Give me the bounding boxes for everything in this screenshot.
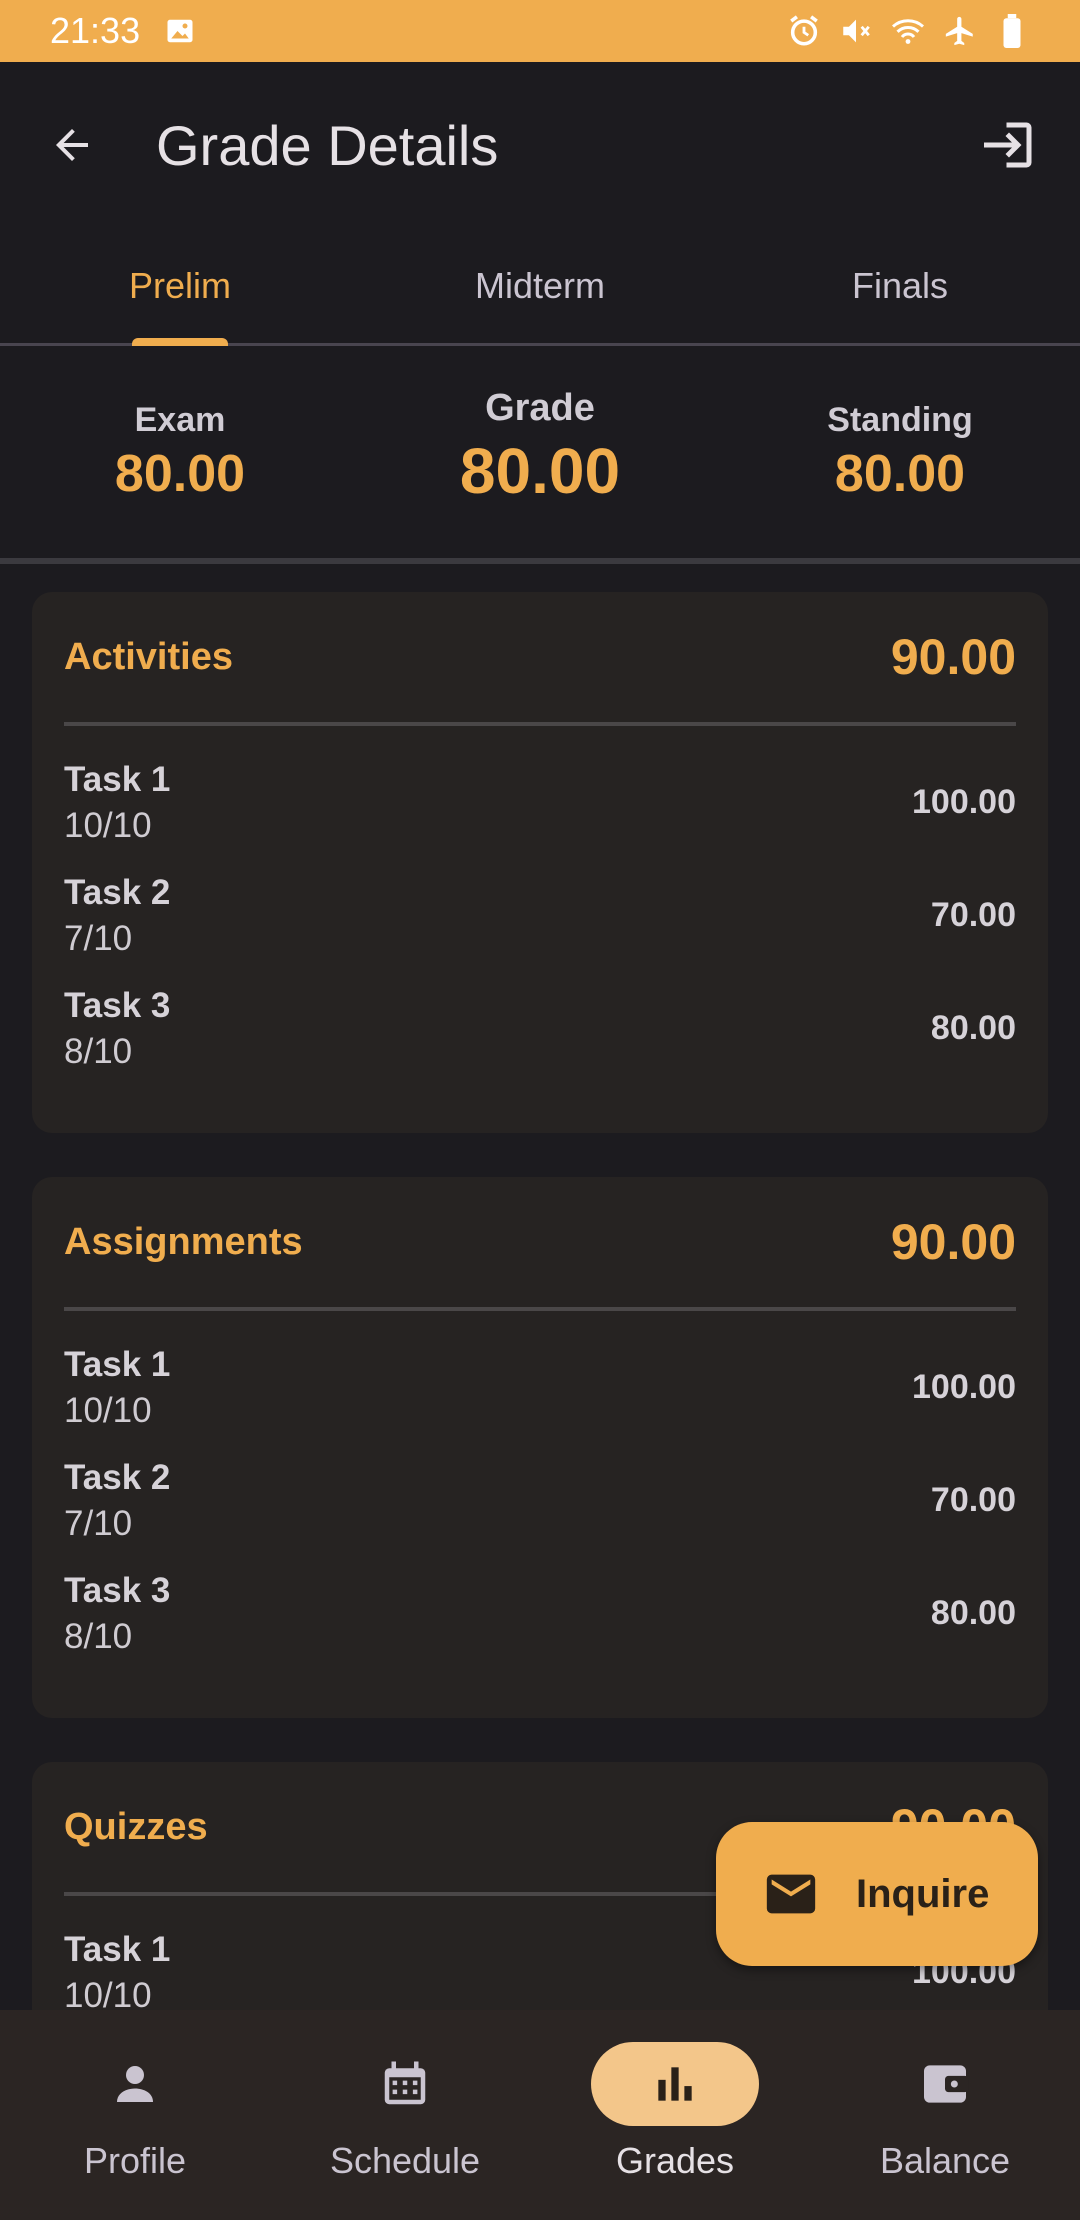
task-list: Task 1 10/10 100.00 Task 2 7/10 70.00 Ta… [64,1311,1016,1670]
summary-grade: Grade 80.00 [360,346,720,558]
battery-icon [994,13,1030,49]
task-row: Task 2 7/10 70.00 [64,1444,1016,1557]
task-info: Task 2 7/10 [64,1458,170,1544]
inquire-button[interactable]: Inquire [716,1822,1038,1966]
summary-standing: Standing 80.00 [720,346,1080,558]
inquire-label: Inquire [856,1871,990,1916]
task-row: Task 3 8/10 80.00 [64,972,1016,1085]
bottom-nav: Profile Schedule Grades Balance [0,2010,1080,2220]
tab-label: Finals [851,264,949,306]
nav-icon-container [591,2042,759,2126]
mute-icon [838,13,874,49]
bar-chart-icon [658,2067,692,2101]
task-score: 10/10 [64,1390,152,1430]
calendar-icon [384,2061,426,2105]
card-header: Assignments 90.00 [64,1177,1016,1311]
summary-label: Grade [485,386,595,429]
app-bar: Grade Details [0,62,1080,228]
page-title: Grade Details [156,113,499,177]
task-row: Task 1 10/10 100.00 [64,1331,1016,1444]
task-value: 100.00 [912,1368,1016,1406]
task-row: Task 3 8/10 80.00 [64,1557,1016,1670]
task-value: 70.00 [930,1481,1016,1519]
task-score: 10/10 [64,805,152,845]
tab-label: Prelim [128,264,231,306]
mail-icon [766,1874,816,1914]
person-icon [117,2066,153,2102]
nav-schedule[interactable]: Schedule [270,2010,540,2220]
tab-indicator [132,338,228,346]
task-value: 100.00 [912,783,1016,821]
summary-value: 80.00 [459,434,621,507]
task-name: Task 2 [64,872,171,912]
nav-balance[interactable]: Balance [810,2010,1080,2220]
image-icon [162,13,198,49]
nav-icon-container [321,2042,489,2126]
back-button[interactable] [44,117,100,173]
task-name: Task 3 [64,1570,171,1610]
task-name: Task 1 [64,1929,171,1969]
term-tabs: Prelim Midterm Finals [0,228,1080,346]
card-title: Quizzes [64,1805,208,1848]
task-score: 8/10 [64,1031,133,1071]
task-value: 80.00 [930,1594,1016,1632]
task-value: 70.00 [930,896,1016,934]
card-header: Activities 90.00 [64,592,1016,726]
airplane-icon [942,13,978,49]
nav-icon-container [861,2042,1029,2126]
tab-prelim[interactable]: Prelim [0,228,360,346]
summary-label: Exam [134,400,226,439]
summary-value: 80.00 [114,444,246,503]
summary-label: Standing [827,400,973,439]
tab-finals[interactable]: Finals [720,228,1080,343]
nav-label: Schedule [329,2140,481,2181]
task-row: Task 1 10/10 100.00 [64,746,1016,859]
assignments-card: Assignments 90.00 Task 1 10/10 100.00 Ta… [32,1177,1048,1718]
nav-profile[interactable]: Profile [0,2010,270,2220]
status-time: 21:33 [50,10,141,51]
task-score: 7/10 [64,1503,133,1543]
task-info: Task 3 8/10 [64,1571,170,1657]
wifi-icon [890,13,926,49]
nav-grades[interactable]: Grades [540,2010,810,2220]
card-total: 90.00 [890,629,1016,685]
task-info: Task 1 10/10 [64,1930,170,2011]
nav-label: Grades [615,2140,735,2181]
nav-label: Profile [83,2140,187,2181]
status-left: 21:33 [50,10,198,52]
nav-label: Balance [879,2140,1011,2181]
task-name: Task 1 [64,759,171,799]
wallet-icon [924,2065,969,2103]
logout-icon [984,122,1032,168]
activities-card: Activities 90.00 Task 1 10/10 100.00 Tas… [32,592,1048,1133]
tab-midterm[interactable]: Midterm [360,228,720,343]
task-score: 8/10 [64,1616,133,1656]
task-score: 7/10 [64,918,133,958]
status-bar: 21:33 [0,0,1080,62]
tab-label: Midterm [474,264,605,306]
alarm-icon [786,13,822,49]
task-list: Task 1 10/10 100.00 Task 2 7/10 70.00 Ta… [64,726,1016,1085]
grade-summary: Exam 80.00 Grade 80.00 Standing 80.00 [0,346,1080,564]
arrow-back-icon [56,129,88,161]
card-title: Assignments [64,1220,303,1263]
task-info: Task 2 7/10 [64,873,170,959]
task-name: Task 3 [64,985,171,1025]
task-name: Task 2 [64,1457,171,1497]
task-info: Task 3 8/10 [64,986,170,1072]
grades-scroll-area[interactable]: Activities 90.00 Task 1 10/10 100.00 Tas… [0,570,1080,2010]
nav-icon-container [51,2042,219,2126]
card-title: Activities [64,635,233,678]
status-right [786,13,1030,49]
task-row: Task 2 7/10 70.00 [64,859,1016,972]
card-total: 90.00 [890,1214,1016,1270]
task-info: Task 1 10/10 [64,760,170,846]
task-name: Task 1 [64,1344,171,1384]
task-score: 10/10 [64,1975,152,2011]
logout-button[interactable] [972,113,1036,177]
summary-value: 80.00 [834,444,966,503]
task-info: Task 1 10/10 [64,1345,170,1431]
summary-exam: Exam 80.00 [0,346,360,558]
task-value: 80.00 [930,1009,1016,1047]
